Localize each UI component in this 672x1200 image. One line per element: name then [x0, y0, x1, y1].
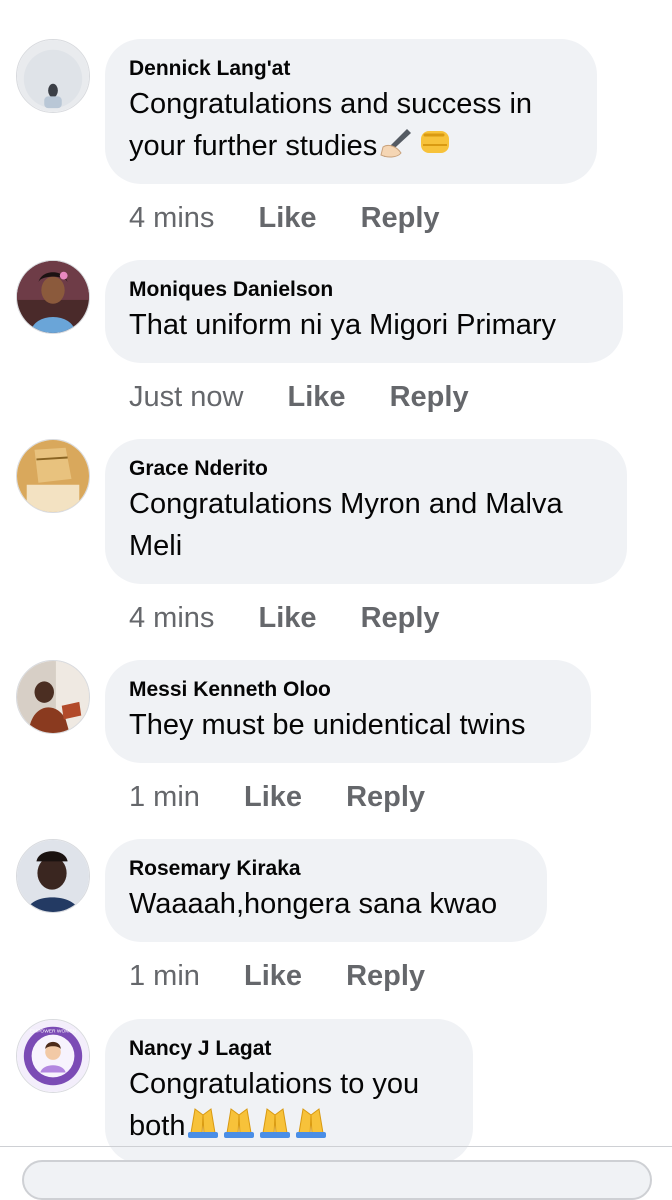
comment-text: Waaaah,hongera sana kwao	[129, 888, 498, 920]
comment-timestamp[interactable]: Just now	[129, 381, 243, 413]
author-name[interactable]: Moniques Danielson	[129, 276, 599, 304]
comment-text: They must be unidentical twins	[129, 709, 526, 741]
writing-hand-emoji-icon	[377, 125, 415, 171]
comment-meta: Just now Like Reply	[129, 379, 469, 415]
folded-hands-emoji-icon	[185, 1105, 331, 1151]
author-name[interactable]: Nancy J Lagat	[129, 1035, 449, 1063]
author-name[interactable]: Dennick Lang'at	[129, 55, 573, 83]
comment-text-line: Congratulations to you	[129, 1068, 420, 1100]
comment-text: Congratulations and success in your furt…	[129, 83, 573, 171]
comment-timestamp[interactable]: 4 mins	[129, 202, 214, 234]
comment-meta: 1 min Like Reply	[129, 779, 425, 815]
author-name[interactable]: Grace Nderito	[129, 455, 603, 483]
avatar[interactable]: EMPOWER WOMEN	[16, 1019, 90, 1093]
avatar[interactable]	[16, 439, 90, 513]
comment-bubble[interactable]: Moniques Danielson That uniform ni ya Mi…	[105, 260, 623, 363]
comment-bubble[interactable]: Rosemary Kiraka Waaaah,hongera sana kwao	[105, 839, 547, 942]
reply-button[interactable]: Reply	[390, 381, 469, 413]
comment-text: Congratulations Myron and Malva Meli	[129, 483, 603, 567]
composer-divider	[0, 1146, 672, 1147]
comment-timestamp[interactable]: 1 min	[129, 960, 200, 992]
comment-bubble[interactable]: Dennick Lang'at Congratulations and succ…	[105, 39, 597, 184]
author-name[interactable]: Rosemary Kiraka	[129, 855, 523, 883]
author-name[interactable]: Messi Kenneth Oloo	[129, 676, 567, 704]
avatar-badge-text: EMPOWER WOMEN	[30, 1029, 77, 1035]
avatar[interactable]	[16, 839, 90, 913]
reply-button[interactable]: Reply	[361, 202, 440, 234]
comment-text-line: Congratulations Myron and Malva	[129, 488, 563, 520]
comment-bubble[interactable]: Grace Nderito Congratulations Myron and …	[105, 439, 627, 584]
comment-text-segment: your further studies	[129, 130, 378, 162]
comment-text-line: both	[129, 1105, 449, 1151]
comment-composer-input[interactable]	[22, 1160, 652, 1200]
comment-timestamp[interactable]: 4 mins	[129, 602, 214, 634]
like-button[interactable]: Like	[258, 602, 316, 634]
comment-timestamp[interactable]: 1 min	[129, 781, 200, 813]
avatar[interactable]	[16, 660, 90, 734]
comment-bubble[interactable]: Nancy J Lagat Congratulations to you bot…	[105, 1019, 473, 1164]
avatar[interactable]	[16, 260, 90, 334]
avatar[interactable]	[16, 39, 90, 113]
comment-text-line: your further studies	[129, 125, 573, 171]
like-button[interactable]: Like	[244, 960, 302, 992]
like-button[interactable]: Like	[244, 781, 302, 813]
like-button[interactable]: Like	[258, 202, 316, 234]
reply-button[interactable]: Reply	[346, 781, 425, 813]
comment-text-segment: both	[129, 1110, 186, 1142]
comment-text-line: Meli	[129, 530, 183, 562]
comment-meta: 1 min Like Reply	[129, 958, 425, 994]
comment-meta: 4 mins Like Reply	[129, 600, 440, 636]
reply-button[interactable]: Reply	[346, 960, 425, 992]
like-button[interactable]: Like	[288, 381, 346, 413]
comment-meta: 4 mins Like Reply	[129, 200, 440, 236]
comment-bubble[interactable]: Messi Kenneth Oloo They must be unidenti…	[105, 660, 591, 763]
reply-button[interactable]: Reply	[361, 602, 440, 634]
comment-text: Congratulations to you both	[129, 1063, 449, 1151]
comment-text-line: Congratulations and success in	[129, 88, 533, 120]
comment-text: That uniform ni ya Migori Primary	[129, 309, 557, 341]
oncoming-fist-emoji-icon	[415, 125, 455, 171]
